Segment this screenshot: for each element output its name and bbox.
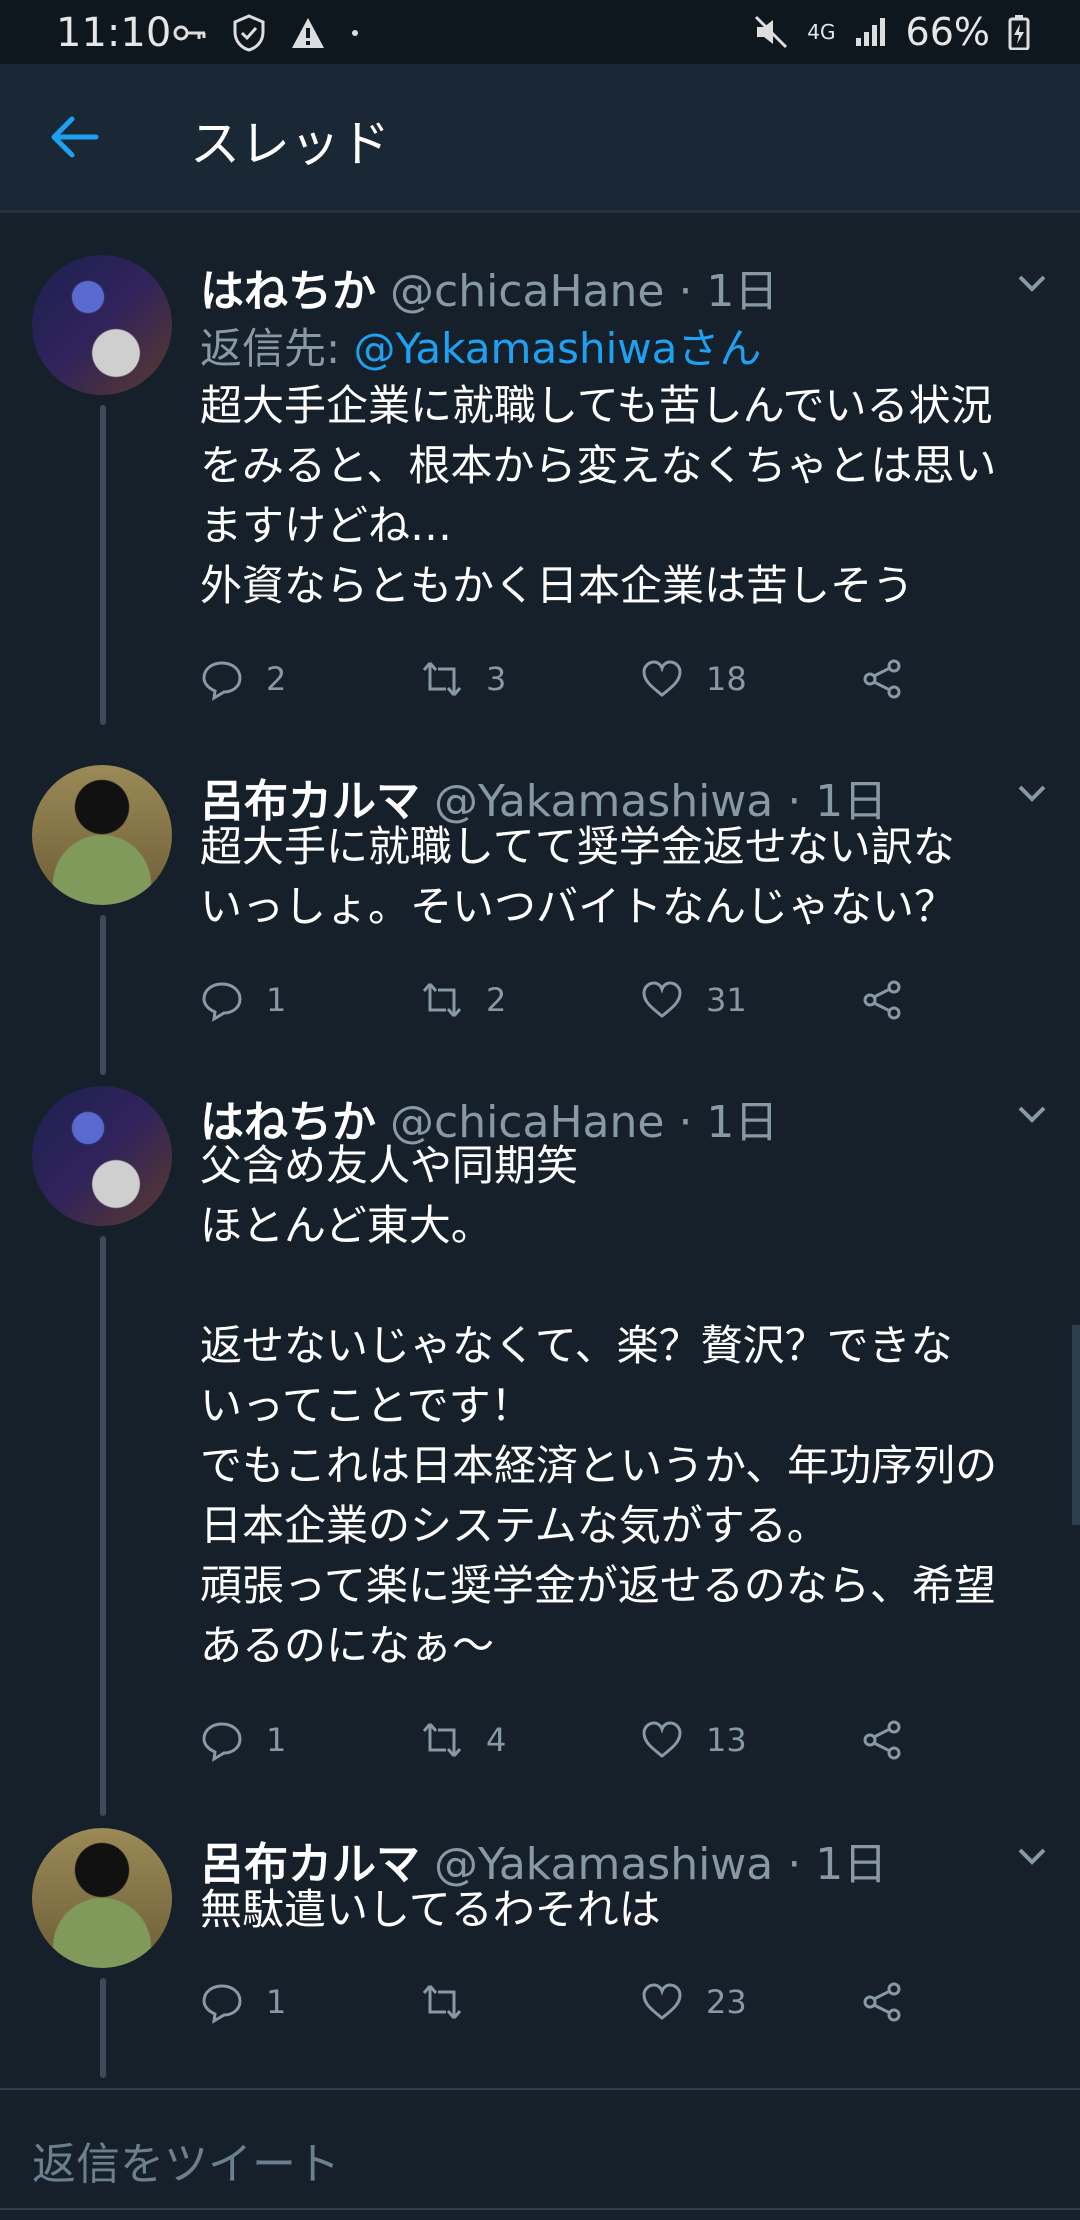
- tweet-actions: 2 3 18: [200, 657, 920, 707]
- like-count: 18: [706, 660, 747, 698]
- share-button[interactable]: [860, 1980, 904, 2024]
- share-button[interactable]: [860, 1718, 904, 1762]
- reply-icon: [202, 1984, 242, 2024]
- chevron-down-icon[interactable]: [1014, 1096, 1050, 1132]
- tweet-header: はねちか @chicaHane · 1日: [200, 255, 778, 319]
- tweet-actions: 1 2 31: [200, 978, 920, 1028]
- page-title: スレッド: [190, 115, 390, 173]
- thread-line: [100, 1978, 106, 2078]
- back-arrow-icon[interactable]: [48, 110, 102, 164]
- share-icon: [863, 1720, 901, 1760]
- status-time: 11:10: [56, 10, 172, 56]
- display-name[interactable]: はねちか: [200, 266, 376, 317]
- share-icon: [863, 659, 901, 699]
- thread-line: [100, 405, 106, 725]
- chevron-down-icon[interactable]: [1014, 1838, 1050, 1874]
- reply-icon: [202, 1722, 242, 1762]
- tweet-4[interactable]: 呂布カルマ @Yakamashiwa · 1日 無駄遣いしてるわそれは 1 23: [0, 1828, 1080, 2088]
- tweet-1[interactable]: はねちか @chicaHane · 1日 返信先: @Yakamashiwaさん…: [0, 255, 1080, 735]
- like-count: 13: [706, 1721, 747, 1759]
- heart-icon: [642, 1721, 682, 1758]
- heart-icon: [642, 660, 682, 697]
- scrollbar[interactable]: [1072, 1325, 1080, 1525]
- dot-icon: [352, 30, 358, 36]
- like-button[interactable]: 23: [640, 1980, 747, 2024]
- network-type: 4G: [807, 20, 836, 44]
- retweet-icon: [422, 662, 462, 696]
- mute-icon: [755, 15, 788, 49]
- like-count: 31: [706, 981, 747, 1019]
- thread-line: [100, 1236, 106, 1816]
- like-button[interactable]: 31: [640, 978, 747, 1022]
- signal-icon: [855, 18, 885, 46]
- retweet-button[interactable]: [420, 1980, 486, 2024]
- tweet-actions: 1 4 13: [200, 1718, 920, 1768]
- tweet-text: 父含め友人や同期笑 ほとんど東大。 返せないじゃなくて、楽？贅沢？できな いって…: [200, 1141, 998, 1670]
- reply-count: 1: [266, 981, 287, 1019]
- chevron-down-icon[interactable]: [1014, 775, 1050, 811]
- tweet-text: 超大手に就職してて奨学金返せない訳な いっしょ。そいつバイトなんじゃない？: [200, 822, 957, 931]
- avatar[interactable]: [32, 765, 172, 905]
- reply-count: 1: [266, 1983, 287, 2021]
- reply-count: 2: [266, 660, 287, 698]
- handle-and-time: @chicaHane · 1日: [390, 266, 779, 317]
- heart-icon: [642, 981, 682, 1018]
- retweet-icon: [422, 1985, 462, 2019]
- like-count: 23: [706, 1983, 747, 2021]
- retweet-icon: [422, 1723, 462, 1757]
- header-divider: [0, 210, 1080, 213]
- retweet-button[interactable]: 4: [420, 1718, 506, 1762]
- reply-button[interactable]: 1: [200, 978, 286, 1022]
- reply-count: 1: [266, 1721, 287, 1759]
- battery-icon: [1008, 15, 1030, 50]
- reply-button[interactable]: 1: [200, 1980, 286, 2024]
- reply-icon: [202, 661, 242, 701]
- reply-mention-link[interactable]: @Yakamashiwaさん: [354, 324, 762, 373]
- tweet-text: 無駄遣いしてるわそれは: [200, 1885, 661, 1934]
- status-bar: 11:10 4G 66%: [0, 0, 1080, 64]
- tweet-3[interactable]: はねちか @chicaHane · 1日 父含め友人や同期笑 ほとんど東大。 返…: [0, 1086, 1080, 1826]
- thread-line: [100, 915, 106, 1075]
- avatar[interactable]: [32, 255, 172, 395]
- reply-compose-input[interactable]: 返信をツイート: [32, 2128, 340, 2192]
- compose-divider: [0, 2088, 1080, 2090]
- compose-bottom-divider: [0, 2208, 1080, 2210]
- heart-icon: [642, 1983, 682, 2020]
- reply-button[interactable]: 2: [200, 657, 286, 701]
- tweet-actions: 1 23: [200, 1980, 920, 2030]
- reply-to: 返信先: @Yakamashiwaさん: [200, 315, 761, 376]
- retweet-count: 2: [486, 981, 507, 1019]
- warning-icon: [292, 18, 324, 48]
- avatar[interactable]: [32, 1828, 172, 1968]
- reply-icon: [202, 982, 242, 1022]
- share-button[interactable]: [860, 978, 904, 1022]
- share-button[interactable]: [860, 657, 904, 701]
- reply-button[interactable]: 1: [200, 1718, 286, 1762]
- reply-to-label: 返信先:: [200, 324, 354, 373]
- retweet-button[interactable]: 3: [420, 657, 506, 701]
- like-button[interactable]: 13: [640, 1718, 747, 1762]
- shield-icon: [233, 14, 265, 52]
- battery-percent: 66%: [905, 10, 990, 54]
- retweet-icon: [422, 983, 462, 1017]
- tweet-text: 超大手企業に就職しても苦しんでいる状況 をみると、根本から変えなくちゃとは思い …: [200, 381, 997, 610]
- avatar[interactable]: [32, 1086, 172, 1226]
- thread-header: スレッド: [0, 64, 1080, 210]
- key-icon: [173, 25, 206, 41]
- retweet-count: 3: [486, 660, 507, 698]
- retweet-button[interactable]: 2: [420, 978, 506, 1022]
- retweet-count: 4: [486, 1721, 507, 1759]
- chevron-down-icon[interactable]: [1014, 265, 1050, 301]
- share-icon: [863, 980, 901, 1020]
- tweet-2[interactable]: 呂布カルマ @Yakamashiwa · 1日 超大手に就職してて奨学金返せない…: [0, 765, 1080, 1085]
- share-icon: [863, 1982, 901, 2022]
- like-button[interactable]: 18: [640, 657, 747, 701]
